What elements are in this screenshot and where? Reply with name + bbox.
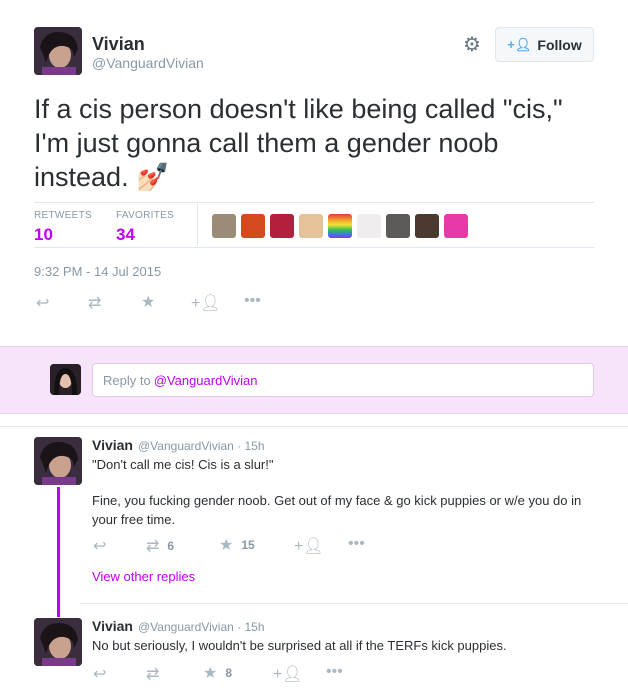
favoriter-avatar[interactable] (328, 214, 352, 238)
more-icon[interactable]: ••• (348, 535, 365, 553)
gear-icon[interactable]: ⚙ (463, 32, 481, 57)
reply-author-name[interactable]: Vivian (92, 437, 133, 453)
retweet-count: 6 (167, 539, 175, 553)
retweet-icon[interactable]: ⇄ (146, 664, 159, 684)
retweet-icon[interactable]: ⇄ (88, 293, 101, 313)
reply-input[interactable]: Reply to @VanguardVivian (92, 363, 594, 397)
favoriter-avatar[interactable] (386, 214, 410, 238)
favorite-icon[interactable]: ★ (141, 292, 155, 312)
follow-button[interactable]: +👤︎ Follow (495, 27, 594, 62)
reply-author-name[interactable]: Vivian (92, 618, 133, 634)
tweet-timestamp[interactable]: 9:32 PM - 14 Jul 2015 (34, 264, 161, 279)
retweets-label: RETWEETS (34, 210, 92, 221)
author-name[interactable]: Vivian (92, 34, 145, 55)
follow-label: Follow (537, 36, 582, 53)
author-avatar[interactable] (34, 27, 82, 75)
favorite-count: 8 (225, 666, 233, 680)
reply-header: Vivian @VanguardVivian · 15h (92, 618, 265, 634)
favorites-count[interactable]: 34 (116, 225, 135, 245)
more-icon[interactable]: ••• (326, 663, 343, 681)
reply-icon[interactable]: ↩ (36, 293, 49, 313)
reply-meta[interactable]: @VanguardVivian · 15h (138, 620, 265, 634)
tweet-text-content: If a cis person doesn't like being calle… (34, 94, 563, 192)
reply-avatar[interactable] (34, 437, 82, 485)
view-other-replies-link[interactable]: View other replies (92, 569, 195, 584)
reply-text-line: "Don't call me cis! Cis is a slur!" (92, 457, 274, 472)
follow-user-icon[interactable]: +👤︎ (191, 293, 221, 313)
favoriters-list (212, 214, 468, 238)
reply-icon[interactable]: ↩ (93, 664, 106, 684)
stats-divider-bottom (34, 247, 594, 248)
reply-icon[interactable]: ↩ (93, 536, 106, 556)
favoriter-avatar[interactable] (299, 214, 323, 238)
thread-line (57, 487, 60, 617)
reply-divider (80, 603, 628, 604)
favoriter-avatar[interactable] (270, 214, 294, 238)
reply-divider (0, 426, 628, 427)
reply-text-line: Fine, you fucking gender noob. Get out o… (92, 493, 582, 527)
add-user-icon: +👤︎ (507, 36, 532, 52)
stats-vertical-divider (197, 204, 198, 246)
current-user-avatar (50, 364, 81, 395)
retweet-icon[interactable]: ⇄ 6 (146, 536, 174, 556)
more-icon[interactable]: ••• (244, 292, 261, 310)
stats-divider-top (34, 202, 594, 203)
favorites-label: FAVORITES (116, 210, 175, 221)
reply-prefix: Reply to (103, 372, 151, 388)
favoriter-avatar[interactable] (241, 214, 265, 238)
favoriter-avatar[interactable] (415, 214, 439, 238)
favorite-count: 15 (241, 538, 255, 552)
favoriter-avatar[interactable] (357, 214, 381, 238)
reply-mention: @VanguardVivian (153, 372, 258, 388)
favorite-icon[interactable]: ★ 15 (219, 535, 255, 555)
follow-user-icon[interactable]: +👤︎ (294, 536, 324, 556)
reply-header: Vivian @VanguardVivian · 15h (92, 437, 265, 453)
favoriter-avatar[interactable] (212, 214, 236, 238)
tweet-text: If a cis person doesn't like being calle… (34, 92, 594, 194)
follow-user-icon[interactable]: +👤︎ (273, 664, 303, 684)
favoriter-avatar[interactable] (444, 214, 468, 238)
reply-avatar[interactable] (34, 618, 82, 666)
retweets-count[interactable]: 10 (34, 225, 53, 245)
author-handle[interactable]: @VanguardVivian (92, 55, 204, 71)
reply-text-line: No but seriously, I wouldn't be surprise… (92, 638, 507, 653)
reply-meta[interactable]: @VanguardVivian · 15h (138, 439, 265, 453)
favorite-icon[interactable]: ★ 8 (203, 663, 232, 683)
